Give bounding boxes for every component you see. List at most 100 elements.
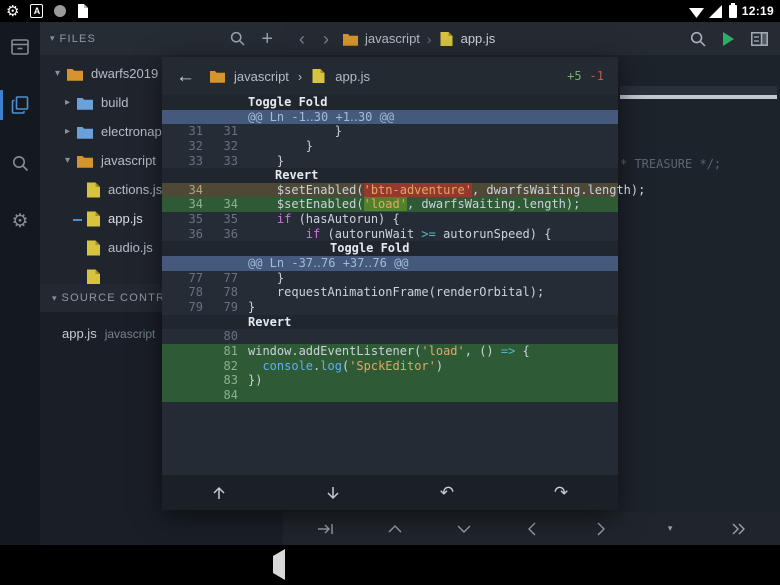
js-file-icon <box>87 211 100 227</box>
rail-item-settings[interactable]: ⚙ <box>0 204 40 238</box>
old-line-number: 34 <box>162 183 203 198</box>
circle-icon <box>54 5 66 17</box>
diff-line-context: 7878 requestAnimationFrame(renderOrbital… <box>162 285 618 300</box>
diff-panel-footer: ↶↷ <box>162 475 618 510</box>
diff-action-revert[interactable]: Revert <box>162 315 618 330</box>
diff-hunk-header: @@ Ln -1‥30 +1‥30 @@ <box>162 110 618 125</box>
new-line-number: 33 <box>203 154 238 169</box>
back-arrow-icon[interactable]: ← <box>176 67 195 86</box>
new-line-number: 34 <box>203 197 238 212</box>
section-caret-icon: ▾ <box>52 293 57 304</box>
editor-scroll-strip <box>620 86 777 95</box>
diff-action-label[interactable]: Toggle Fold <box>162 95 327 110</box>
old-line-number: 31 <box>162 124 203 139</box>
nav-back-icon[interactable]: ‹ <box>295 30 309 48</box>
android-nav-bar <box>0 545 780 585</box>
new-line-number: 77 <box>203 271 238 286</box>
breadcrumb-folder[interactable]: javascript <box>365 31 420 46</box>
folder-icon <box>210 69 225 83</box>
chevron-up-key[interactable] <box>382 516 408 542</box>
code-text: requestAnimationFrame(renderOrbital); <box>248 285 544 300</box>
diff-breadcrumb-folder[interactable]: javascript <box>234 69 289 84</box>
changed-file-name: app.js <box>62 326 97 341</box>
rail-item-search[interactable] <box>0 146 40 180</box>
diff-action-label[interactable]: Toggle Fold <box>162 241 409 256</box>
file-icon <box>77 4 88 18</box>
tree-item-label: dwarfs2019 <box>91 66 158 81</box>
diff-breadcrumb-file[interactable]: app.js <box>335 69 370 84</box>
diff-line-context: 3636 if (autorunWait >= autorunSpeed) { <box>162 227 618 242</box>
old-line-number: 35 <box>162 212 203 227</box>
editor-toolbar: ‹ › javascript › app.js <box>283 22 780 55</box>
run-play-icon[interactable] <box>723 32 734 46</box>
caret-right-icon: ▸ <box>60 97 75 108</box>
rail-item-files[interactable] <box>0 88 40 122</box>
caret-down-key[interactable]: ▾ <box>657 516 683 542</box>
tab-key[interactable] <box>313 516 339 542</box>
new-line-number: 84 <box>203 388 238 403</box>
new-line-number: 32 <box>203 139 238 154</box>
new-line-number: 35 <box>203 212 238 227</box>
modified-indicator <box>70 213 85 224</box>
tree-item-label: build <box>101 95 128 110</box>
diff-hunk-header: @@ Ln -37‥76 +37‥76 @@ <box>162 256 618 271</box>
status-bar-indicators: 12:19 <box>689 4 774 18</box>
new-file-button[interactable]: + <box>261 29 273 49</box>
new-line-number: 82 <box>203 359 238 374</box>
arrow-down-icon[interactable] <box>318 480 348 506</box>
caret-right-icon: ▸ <box>60 126 75 137</box>
diff-line-added: 3434 $setEnabled('load', dwarfsWaiting.l… <box>162 197 618 212</box>
folder-icon <box>77 124 93 140</box>
nav-forward-icon[interactable]: › <box>319 30 333 48</box>
search-icon[interactable] <box>230 31 245 46</box>
arrow-up-icon[interactable] <box>204 480 234 506</box>
search-icon <box>12 155 29 172</box>
status-bar: ⚙ A 12:19 <box>0 0 780 22</box>
js-file-icon <box>311 69 326 83</box>
undo-icon[interactable]: ↶ <box>432 480 462 506</box>
diff-action-label[interactable]: Revert <box>162 315 291 330</box>
old-line-number: 78 <box>162 285 203 300</box>
code-text: } <box>248 271 284 286</box>
code-text: } <box>248 154 284 169</box>
diff-line-context: 7777 } <box>162 271 618 286</box>
nav-back-button[interactable] <box>273 556 285 574</box>
rail-item-archive[interactable] <box>0 30 40 64</box>
search-icon[interactable] <box>690 31 706 47</box>
double-chevron-right-key[interactable] <box>726 516 752 542</box>
chevron-left-key[interactable] <box>519 516 545 542</box>
code-text: if (autorunWait >= autorunSpeed) { <box>248 227 551 242</box>
diff-action-label[interactable]: Revert <box>162 168 318 183</box>
diff-action-toggle-fold[interactable]: Toggle Fold <box>162 241 618 256</box>
new-line-number: 36 <box>203 227 238 242</box>
js-file-icon <box>439 32 454 46</box>
code-text: } <box>248 139 313 154</box>
old-line-number: 79 <box>162 300 203 315</box>
files-panel-header[interactable]: ▾ FILES + <box>40 22 283 55</box>
diff-action-toggle-fold[interactable]: Toggle Fold <box>162 95 618 110</box>
files-panel-title: FILES <box>60 33 97 45</box>
old-line-number: 34 <box>162 197 203 212</box>
tree-item-label: app.js <box>108 211 143 226</box>
tree-item-label: javascript <box>101 153 156 168</box>
folder-icon <box>77 95 93 111</box>
pages-icon <box>11 96 29 114</box>
new-line-number: 78 <box>203 285 238 300</box>
diff-action-revert[interactable]: Revert <box>162 168 618 183</box>
a-badge-icon: A <box>30 4 43 18</box>
breadcrumb-file[interactable]: app.js <box>461 31 496 46</box>
breadcrumb-separator: › <box>298 69 302 84</box>
editor-comment-text: * TREASURE */; <box>620 157 721 171</box>
folder-icon <box>67 66 83 82</box>
battery-icon <box>729 5 737 18</box>
panel-layout-icon[interactable] <box>751 32 768 46</box>
chevron-right-key[interactable] <box>588 516 614 542</box>
new-line-number: 81 <box>203 344 238 359</box>
code-text: }) <box>248 373 262 388</box>
hunk-range-text: @@ Ln -1‥30 +1‥30 @@ <box>162 110 394 125</box>
wifi-icon <box>689 5 704 18</box>
chevron-down-key[interactable] <box>451 516 477 542</box>
redo-icon[interactable]: ↷ <box>546 480 576 506</box>
code-text: $setEnabled('load', dwarfsWaiting.length… <box>248 197 580 212</box>
breadcrumb: javascript › app.js <box>343 31 495 47</box>
